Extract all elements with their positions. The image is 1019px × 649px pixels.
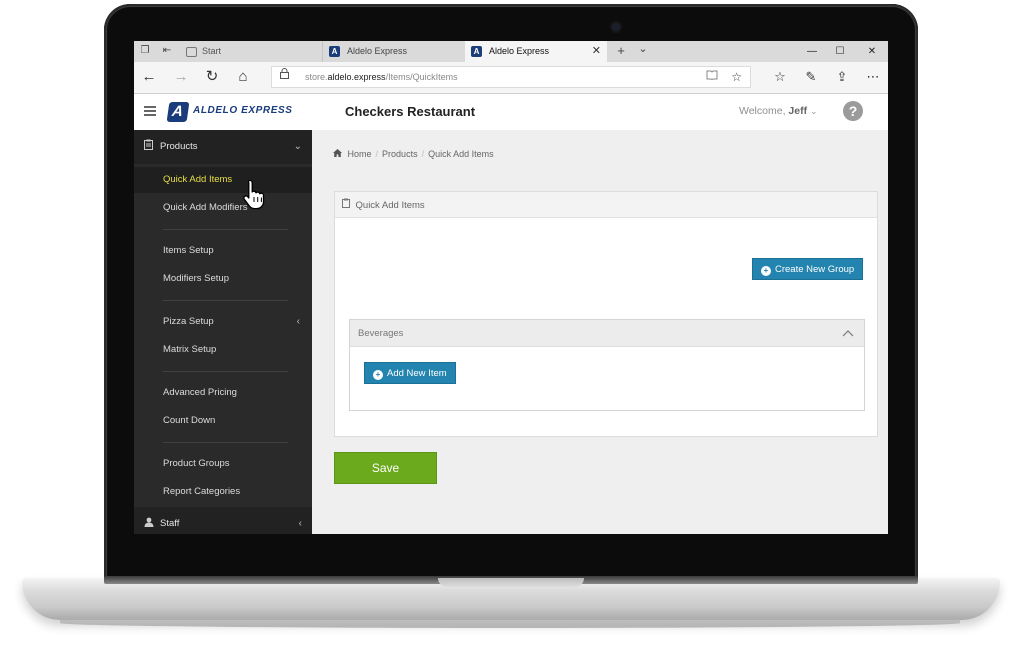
aldelo-logo-mark [166, 102, 190, 122]
app-header: ALDELO EXPRESS Checkers Restaurant Welco… [134, 94, 888, 131]
sidebar-item-label: Pizza Setup [163, 316, 214, 327]
sidebar-section-staff[interactable]: Staff ‹ [134, 507, 312, 534]
set-aside-tabs-icon[interactable]: ⇤ [161, 45, 173, 57]
main-content: Home / Products / Quick Add Items Quick Add … [312, 130, 888, 534]
tab-aldelo-1[interactable]: A Aldelo Express [322, 41, 464, 62]
sidebar-item-items-setup[interactable]: Items Setup [134, 238, 312, 264]
chevron-left-icon: ‹ [298, 518, 302, 529]
group-header[interactable]: Beverages [350, 320, 864, 347]
user-name: Jeff [788, 105, 808, 117]
sidebar-item-product-groups[interactable]: Product Groups [134, 451, 312, 477]
create-new-group-button[interactable]: + Create New Group [752, 258, 864, 280]
chevron-up-icon[interactable] [842, 320, 854, 347]
laptop-shadow [60, 618, 960, 628]
aldelo-favicon-icon: A [329, 46, 340, 57]
group-title: Beverages [358, 328, 404, 339]
breadcrumb: Home / Products / Quick Add Items [333, 149, 494, 159]
brand-name: ALDELO EXPRESS [193, 105, 293, 116]
group-panel-beverages: Beverages + Add New Item [349, 319, 865, 411]
sidebar-item-report-categories[interactable]: Report Categories [134, 479, 312, 505]
tab-strip: ❐ ⇤ Start A Aldelo Express A Aldelo Expr… [134, 41, 888, 62]
tab-aldelo-active[interactable]: A Aldelo Express ✕ [465, 41, 607, 62]
start-page-icon [186, 47, 197, 57]
add-new-item-button[interactable]: + Add New Item [364, 362, 456, 384]
maximize-icon[interactable]: ☐ [826, 41, 854, 62]
tab-start[interactable]: Start [180, 41, 320, 62]
close-tab-icon[interactable]: ✕ [592, 41, 601, 62]
clipboard-icon [342, 198, 353, 210]
sidebar-divider [163, 371, 288, 372]
web-note-icon[interactable]: ✎ [801, 68, 821, 86]
plus-circle-icon: + [761, 266, 771, 276]
sidebar-section-label: Products [160, 141, 198, 152]
hub-icon[interactable]: ☆ [770, 68, 790, 86]
sidebar-item-advanced-pricing[interactable]: Advanced Pricing [134, 380, 312, 406]
restaurant-name: Checkers Restaurant [345, 104, 476, 119]
sidebar-divider [163, 229, 288, 230]
sidebar-item-quick-add-modifiers[interactable]: Quick Add Modifiers [134, 195, 312, 221]
more-icon[interactable]: ⋯ [863, 68, 883, 86]
breadcrumb-products[interactable]: Products [382, 149, 418, 159]
chevron-left-icon: ‹ [296, 316, 300, 327]
sidebar-item-modifiers-setup[interactable]: Modifiers Setup [134, 266, 312, 292]
quick-add-items-panel: Quick Add Items + Create New Group Bevera… [334, 191, 878, 437]
tab-list-icon[interactable]: ⌄ [637, 43, 649, 55]
chevron-down-icon: ⌄ [293, 141, 302, 152]
window-close-icon[interactable]: ✕ [858, 41, 886, 62]
tab-preview-icon[interactable]: ❐ [139, 45, 151, 57]
address-bar-row: ← → ↻ ⌂ store.aldelo.express/Items/Quick… [134, 62, 888, 94]
button-label: Create New Group [775, 264, 855, 275]
new-tab-icon[interactable]: + [615, 44, 627, 57]
menu-toggle-icon[interactable] [144, 106, 156, 116]
plus-circle-icon: + [373, 370, 383, 380]
url-text: store.aldelo.express/Items/QuickItems [305, 72, 458, 82]
breadcrumb-current: Quick Add Items [428, 149, 494, 159]
lock-icon [280, 67, 289, 87]
back-icon[interactable]: ← [140, 68, 158, 86]
tab-label: Aldelo Express [489, 46, 550, 56]
sidebar-section-products[interactable]: Products ⌄ [134, 130, 312, 164]
sidebar-item-pizza-setup[interactable]: Pizza Setup ‹ [134, 309, 312, 335]
home-icon [333, 149, 345, 159]
tab-label: Aldelo Express [347, 46, 408, 56]
home-icon[interactable]: ⌂ [234, 68, 252, 86]
welcome-text: Welcome, [739, 105, 786, 117]
chevron-down-icon: ⌄ [810, 106, 818, 116]
laptop-notch [438, 578, 584, 587]
tab-label: Start [202, 46, 222, 56]
save-button[interactable]: Save [334, 452, 437, 484]
camera [612, 23, 620, 31]
sidebar-divider [163, 300, 288, 301]
sidebar-section-label: Staff [160, 518, 180, 529]
sidebar: Products ⌄ Quick Add Items Quick Add Mod… [134, 130, 312, 534]
aldelo-logo[interactable]: ALDELO EXPRESS [166, 101, 292, 123]
panel-title: Quick Add Items [355, 200, 425, 211]
share-icon[interactable]: ⇪ [832, 68, 852, 86]
user-icon [144, 507, 154, 534]
reading-view-icon[interactable] [706, 67, 718, 87]
screen: ❐ ⇤ Start A Aldelo Express A Aldelo Expr… [134, 41, 888, 534]
aldelo-favicon-icon: A [471, 46, 482, 57]
refresh-icon[interactable]: ↻ [203, 68, 221, 86]
sidebar-item-quick-add-items[interactable]: Quick Add Items [134, 167, 312, 193]
button-label: Add New Item [387, 368, 447, 379]
panel-header: Quick Add Items [335, 192, 877, 218]
breadcrumb-home[interactable]: Home [348, 149, 372, 159]
hand-cursor-icon [243, 179, 265, 210]
minimize-icon[interactable]: — [798, 41, 826, 62]
url-input[interactable]: store.aldelo.express/Items/QuickItems ☆ [271, 66, 751, 88]
help-icon[interactable]: ? [843, 101, 863, 121]
clipboard-icon [144, 130, 153, 164]
sidebar-item-matrix-setup[interactable]: Matrix Setup [134, 337, 312, 363]
sidebar-item-count-down[interactable]: Count Down [134, 408, 312, 434]
sidebar-divider [163, 442, 288, 443]
user-menu[interactable]: Welcome, Jeff ⌄ [739, 105, 818, 117]
favorite-star-icon[interactable]: ☆ [731, 67, 742, 87]
forward-icon[interactable]: → [172, 68, 190, 86]
